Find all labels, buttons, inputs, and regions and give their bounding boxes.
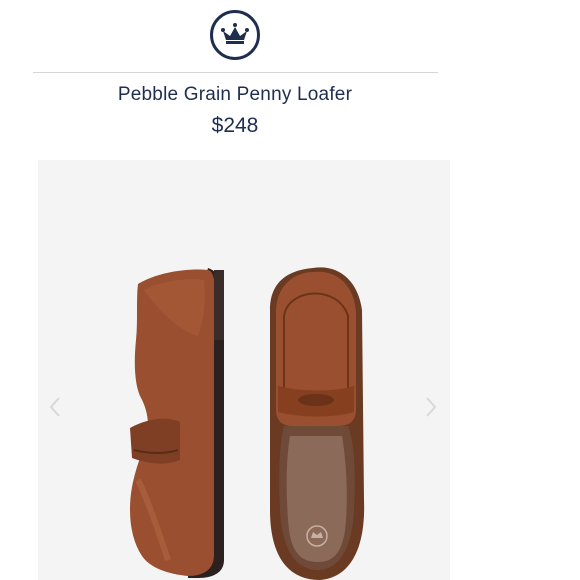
product-image [130,267,365,580]
chevron-left-icon [49,397,60,417]
chevron-right-icon [426,397,437,417]
gallery-prev-button[interactable] [46,392,64,422]
product-image-gallery[interactable] [38,160,450,580]
product-title: Pebble Grain Penny Loafer [117,84,353,105]
product-price: $248 [211,114,259,137]
left-shoe-side-view [130,268,224,578]
right-shoe-top-view [270,267,365,580]
gallery-next-button[interactable] [422,392,440,422]
brand-logo[interactable] [209,9,261,61]
header-divider [33,72,438,73]
crown-icon [210,10,260,60]
